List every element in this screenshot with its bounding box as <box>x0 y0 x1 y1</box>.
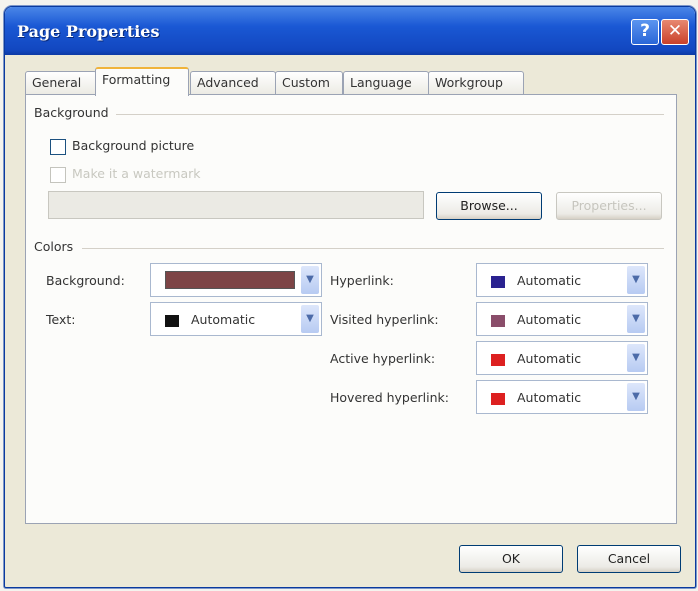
chevron-down-icon[interactable]: ▼ <box>627 383 645 411</box>
watermark-label: Make it a watermark <box>72 166 201 181</box>
chevron-down-icon[interactable]: ▼ <box>627 266 645 294</box>
hovered-hyperlink-color-dropdown[interactable]: Automatic ▼ <box>476 380 648 414</box>
text-color-swatch <box>165 315 179 327</box>
active-hyperlink-label: Active hyperlink: <box>330 351 436 366</box>
visited-hyperlink-label: Visited hyperlink: <box>330 312 439 327</box>
dialog-title: Page Properties <box>17 22 160 41</box>
visited-hyperlink-color-swatch <box>491 315 505 327</box>
chevron-down-icon[interactable]: ▼ <box>301 266 319 294</box>
formatting-panel: Background Background picture Make it a … <box>25 94 677 524</box>
text-color-value: Automatic <box>191 312 256 327</box>
active-hyperlink-color-value: Automatic <box>517 351 582 366</box>
hyperlink-label: Hyperlink: <box>330 273 394 288</box>
chevron-down-icon[interactable]: ▼ <box>627 344 645 372</box>
properties-button[interactable]: Properties... <box>556 192 662 220</box>
hovered-hyperlink-color-value: Automatic <box>517 390 582 405</box>
text-color-label: Text: <box>46 312 76 327</box>
hyperlink-color-value: Automatic <box>517 273 582 288</box>
browse-button[interactable]: Browse... <box>436 192 542 220</box>
page-properties-dialog: Page Properties ? ✕ General Formatting A… <box>4 6 696 588</box>
ok-button[interactable]: OK <box>459 545 563 573</box>
background-picture-path-field[interactable] <box>48 191 424 219</box>
hyperlink-color-dropdown[interactable]: Automatic ▼ <box>476 263 648 297</box>
chevron-down-icon[interactable]: ▼ <box>627 305 645 333</box>
background-group-label: Background <box>34 105 109 120</box>
cancel-button[interactable]: Cancel <box>577 545 681 573</box>
tab-formatting[interactable]: Formatting <box>95 67 189 96</box>
tab-workgroup[interactable]: Workgroup <box>428 71 524 94</box>
background-picture-checkbox[interactable] <box>50 139 66 155</box>
hovered-hyperlink-color-swatch <box>491 393 505 405</box>
tab-custom[interactable]: Custom <box>275 71 343 94</box>
tab-advanced[interactable]: Advanced <box>190 71 276 94</box>
title-bar: Page Properties ? ✕ <box>5 7 695 55</box>
colors-divider <box>82 248 664 249</box>
hovered-hyperlink-label: Hovered hyperlink: <box>330 390 450 405</box>
watermark-checkbox[interactable] <box>50 167 66 183</box>
background-color-dropdown[interactable]: ▼ <box>150 263 322 297</box>
background-color-swatch <box>165 271 295 289</box>
tab-general[interactable]: General <box>25 71 97 94</box>
hyperlink-color-swatch <box>491 276 505 288</box>
text-color-dropdown[interactable]: Automatic ▼ <box>150 302 322 336</box>
chevron-down-icon[interactable]: ▼ <box>301 305 319 333</box>
active-hyperlink-color-dropdown[interactable]: Automatic ▼ <box>476 341 648 375</box>
close-button[interactable]: ✕ <box>661 19 689 45</box>
colors-group-label: Colors <box>34 239 74 254</box>
background-picture-label: Background picture <box>72 138 195 153</box>
visited-hyperlink-color-value: Automatic <box>517 312 582 327</box>
active-hyperlink-color-swatch <box>491 354 505 366</box>
background-color-label: Background: <box>46 273 125 288</box>
help-button[interactable]: ? <box>631 19 659 45</box>
visited-hyperlink-color-dropdown[interactable]: Automatic ▼ <box>476 302 648 336</box>
tab-language[interactable]: Language <box>343 71 429 94</box>
background-divider <box>116 114 664 115</box>
